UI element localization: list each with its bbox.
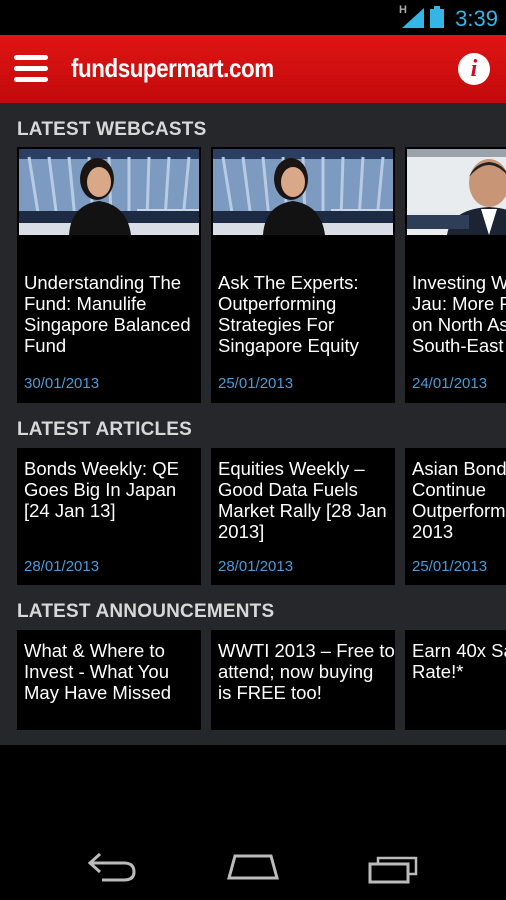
webcast-card[interactable]: Ask The Experts: Outperforming Strategies … [211,147,395,403]
section-title-articles: LATEST ARTICLES [17,419,193,440]
status-bar: H 3:39 [0,0,506,35]
announcement-card[interactable]: What & Where to Invest - What You May Have… [17,630,201,730]
battery-icon [430,6,444,28]
title-line: Jau: More P [412,293,506,314]
title-line: Outperform [412,500,506,521]
menu-icon[interactable] [14,55,48,85]
title-line: May Have Missed [24,682,172,703]
article-card[interactable]: Asian Bond Continue Outperform 2013 25/01/20… [405,448,506,585]
webcast-card[interactable]: Investing W Jau: More Pon North As South-E… [405,147,506,403]
webcast-card-title: Investing W Jau: More Pon North As South-E… [412,272,506,356]
article-card[interactable]: Equities Weekly – Good Data Fuels Market R… [211,448,395,585]
signal-icon [402,8,424,28]
title-line: Singapore Balanced [24,314,191,335]
title-line: Singapore Equity [218,335,359,356]
recent-apps-icon[interactable] [368,852,422,884]
title-line: Asian Bond [412,458,506,479]
webcast-card-date: 30/01/2013 [24,375,100,392]
webcast-card-title: Ask The Experts: Outperforming Strategies … [218,272,359,356]
title-line: on North As [412,314,506,335]
webcast-thumbnail [19,149,199,235]
article-card-title: Bonds Weekly: QE Goes Big In Japan [24 Jan… [24,458,179,521]
title-line: Earn 40x Sa [412,640,506,661]
announcement-card-title: WWTI 2013 – Free to attend; now buying is … [218,640,395,703]
article-card[interactable]: Bonds Weekly: QE Goes Big In Japan [24 Jan… [17,448,201,585]
title-line: Goes Big In Japan [24,479,177,500]
navigation-bar [0,832,506,900]
title-line: Bonds Weekly: QE [24,458,179,479]
announcement-card-title: What & Where to Invest - What You May Have… [24,640,171,703]
title-line: Rate!* [412,661,464,682]
status-time: 3:39 [455,6,498,31]
title-line: 2013] [218,521,265,542]
article-card-title: Equities Weekly – Good Data Fuels Market R… [218,458,387,542]
announcement-card-title: Earn 40x Sa Rate!* [412,640,506,682]
title-line: 2013 [412,521,454,542]
webcast-thumbnail [407,149,506,235]
webcast-card-date: 25/01/2013 [218,375,294,392]
main-content: LATEST WEBCASTS Understanding The Fund: M… [0,103,506,745]
title-line: Ask The Experts: [218,272,359,293]
announcement-card[interactable]: Earn 40x Sa Rate!* [405,630,506,730]
title-line: Good Data Fuels [218,479,358,500]
title-line: Fund [24,335,67,356]
home-icon[interactable] [225,852,281,882]
thumbnail-frame [213,149,393,235]
webcast-card-date: 24/01/2013 [412,375,488,392]
article-card-date: 28/01/2013 [218,558,294,575]
webcast-thumbnail [213,149,393,235]
title-line: is FREE too! [218,682,322,703]
action-bar: fundsupermart.com i [0,35,506,103]
title-line: Fund: Manulife [24,293,147,314]
title-line: WWTI 2013 – Free to [218,640,395,661]
announcement-card[interactable]: WWTI 2013 – Free to attend; now buying is … [211,630,395,730]
title-line: Strategies For [218,314,335,335]
title-line: Outperforming [218,293,337,314]
app-title: fundsupermart.com [71,53,274,83]
back-icon[interactable] [86,850,138,884]
info-icon[interactable]: i [458,53,490,85]
article-card-date: 25/01/2013 [412,558,488,575]
webcast-card-title: Understanding The Fund: Manulife Singapore… [24,272,191,356]
article-card-title: Asian Bond Continue Outperform 2013 [412,458,506,542]
title-line: South-East [412,335,504,356]
thumbnail-frame [407,149,506,235]
title-line: What & Where to [24,640,165,661]
title-line: Equities Weekly – [218,458,365,479]
section-title-announcements: LATEST ANNOUNCEMENTS [17,601,275,622]
section-title-webcasts: LATEST WEBCASTS [17,119,207,140]
title-line: Market Rally [28 Jan [218,500,387,521]
title-line: Investing W [412,272,506,293]
thumbnail-frame [19,149,199,235]
article-card-date: 28/01/2013 [24,558,100,575]
title-line: Invest - What You [24,661,170,682]
webcast-card[interactable]: Understanding The Fund: Manulife Singapore… [17,147,201,403]
title-line: Continue [412,479,487,500]
title-line: Understanding The [24,272,182,293]
title-line: [24 Jan 13] [24,500,116,521]
title-line: attend; now buying [218,661,374,682]
